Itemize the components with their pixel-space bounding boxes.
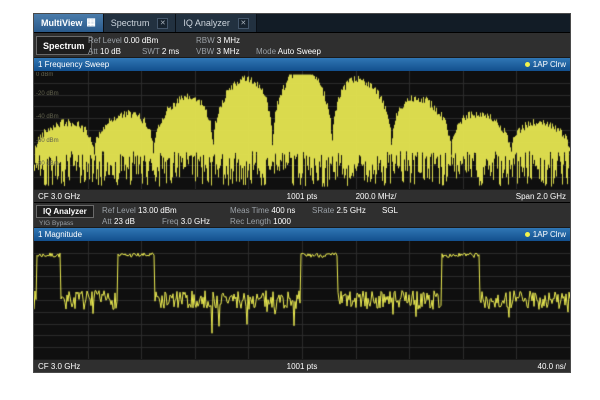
- field-value: 400 ns: [271, 206, 295, 215]
- field-label: SGL: [382, 206, 398, 215]
- field-value: Auto Sweep: [278, 47, 321, 56]
- close-icon[interactable]: ✕: [157, 18, 168, 29]
- field-label: SRate: [312, 206, 334, 215]
- iq-rec-length-field[interactable]: Rec Length 1000: [230, 217, 291, 226]
- field-value: 2.5 GHz: [336, 206, 365, 215]
- field-value: 1000: [273, 217, 291, 226]
- field-value: 10 dB: [100, 47, 121, 56]
- field-value: 2 ms: [162, 47, 179, 56]
- iq-window-titlebar[interactable]: 1 Magnitude 1AP Clrw: [34, 228, 570, 241]
- iq-per-division: 40.0 ns/: [538, 360, 566, 372]
- field-label: Meas Time: [230, 206, 269, 215]
- spectrum-trace-badge[interactable]: 1AP Clrw: [525, 58, 566, 71]
- iq-sgl-flag[interactable]: SGL: [382, 206, 398, 215]
- field-label: Ref Level: [88, 36, 122, 45]
- field-value: 3.0 GHz: [181, 217, 210, 226]
- spectrum-axis-bar: CF 3.0 GHz 1001 pts 200.0 MHz/ Span 2.0 …: [34, 189, 570, 202]
- iq-trace-badge[interactable]: 1AP Clrw: [525, 228, 566, 241]
- field-label: Ref Level: [102, 206, 136, 215]
- spectrum-channel-button[interactable]: Spectrum: [36, 36, 92, 55]
- field-label: Freq: [162, 217, 178, 226]
- spectrum-settings-bar: Spectrum Ref Level 0.00 dBm Att 10 dB SW…: [34, 32, 570, 58]
- spectrum-rbw-field[interactable]: RBW 3 MHz: [196, 36, 240, 45]
- field-label: Rec Length: [230, 217, 271, 226]
- iq-points: 1001 pts: [287, 360, 318, 372]
- iq-settings-bar: IQ Analyzer YIG Bypass Ref Level 13.00 d…: [34, 202, 570, 228]
- trace-color-dot-icon: [525, 232, 530, 237]
- spectrum-mode-field[interactable]: Mode Auto Sweep: [256, 47, 321, 56]
- spectrum-ref-level-field[interactable]: Ref Level 0.00 dBm: [88, 36, 158, 45]
- tab-multiview-label: MultiView: [41, 18, 82, 28]
- tab-multiview[interactable]: MultiView ▦: [34, 14, 104, 32]
- magnitude-trace-canvas[interactable]: [34, 241, 570, 359]
- analyzer-window: MultiView ▦ Spectrum ✕ IQ Analyzer ✕ Spe…: [34, 14, 570, 372]
- spectrum-window-title: 1 Frequency Sweep: [38, 60, 109, 69]
- spectrum-window-titlebar[interactable]: 1 Frequency Sweep 1AP Clrw: [34, 58, 570, 71]
- iq-meas-time-field[interactable]: Meas Time 400 ns: [230, 206, 295, 215]
- field-value: 13.00 dBm: [138, 206, 177, 215]
- field-label: Att: [88, 47, 98, 56]
- field-value: 0.00 dBm: [124, 36, 158, 45]
- spectrum-graph[interactable]: 0 dBm -20 dBm -40 dBm -60 dBm -80 dBm: [34, 71, 570, 189]
- tab-spectrum[interactable]: Spectrum ✕: [104, 14, 177, 32]
- iq-axis-bar: CF 3.0 GHz 1001 pts 40.0 ns/: [34, 359, 570, 372]
- trace-color-dot-icon: [525, 62, 530, 67]
- iq-channel-button[interactable]: IQ Analyzer: [36, 205, 94, 218]
- iq-ref-level-field[interactable]: Ref Level 13.00 dBm: [102, 206, 177, 215]
- field-label: Att: [102, 217, 112, 226]
- field-label: SWT: [142, 47, 160, 56]
- field-label: VBW: [196, 47, 214, 56]
- iq-trace-label: 1AP Clrw: [533, 228, 566, 241]
- tab-iq-analyzer[interactable]: IQ Analyzer ✕: [176, 14, 257, 32]
- iq-srate-field[interactable]: SRate 2.5 GHz: [312, 206, 366, 215]
- spectrum-vbw-field[interactable]: VBW 3 MHz: [196, 47, 240, 56]
- field-label: RBW: [196, 36, 215, 45]
- spectrum-trace-label: 1AP Clrw: [533, 58, 566, 71]
- field-value: 23 dB: [114, 217, 135, 226]
- iq-center-frequency: CF 3.0 GHz: [38, 360, 80, 372]
- iq-window-title: 1 Magnitude: [38, 230, 82, 239]
- tab-iq-analyzer-label: IQ Analyzer: [183, 18, 230, 28]
- field-value: 3 MHz: [217, 36, 240, 45]
- iq-magnitude-graph[interactable]: [34, 241, 570, 359]
- tab-bar: MultiView ▦ Spectrum ✕ IQ Analyzer ✕: [34, 14, 570, 32]
- close-icon[interactable]: ✕: [238, 18, 249, 29]
- spectrum-att-field[interactable]: Att 10 dB: [88, 47, 121, 56]
- field-label: Mode: [256, 47, 276, 56]
- spectrum-trace-canvas[interactable]: [34, 71, 570, 189]
- field-value: 3 MHz: [216, 47, 239, 56]
- multiview-grid-icon: ▦: [86, 18, 95, 28]
- tab-spectrum-label: Spectrum: [111, 18, 150, 28]
- iq-att-field[interactable]: Att 23 dB: [102, 217, 135, 226]
- iq-freq-field[interactable]: Freq 3.0 GHz: [162, 217, 210, 226]
- yig-bypass-label: YIG Bypass: [39, 220, 73, 227]
- spectrum-swt-field[interactable]: SWT 2 ms: [142, 47, 179, 56]
